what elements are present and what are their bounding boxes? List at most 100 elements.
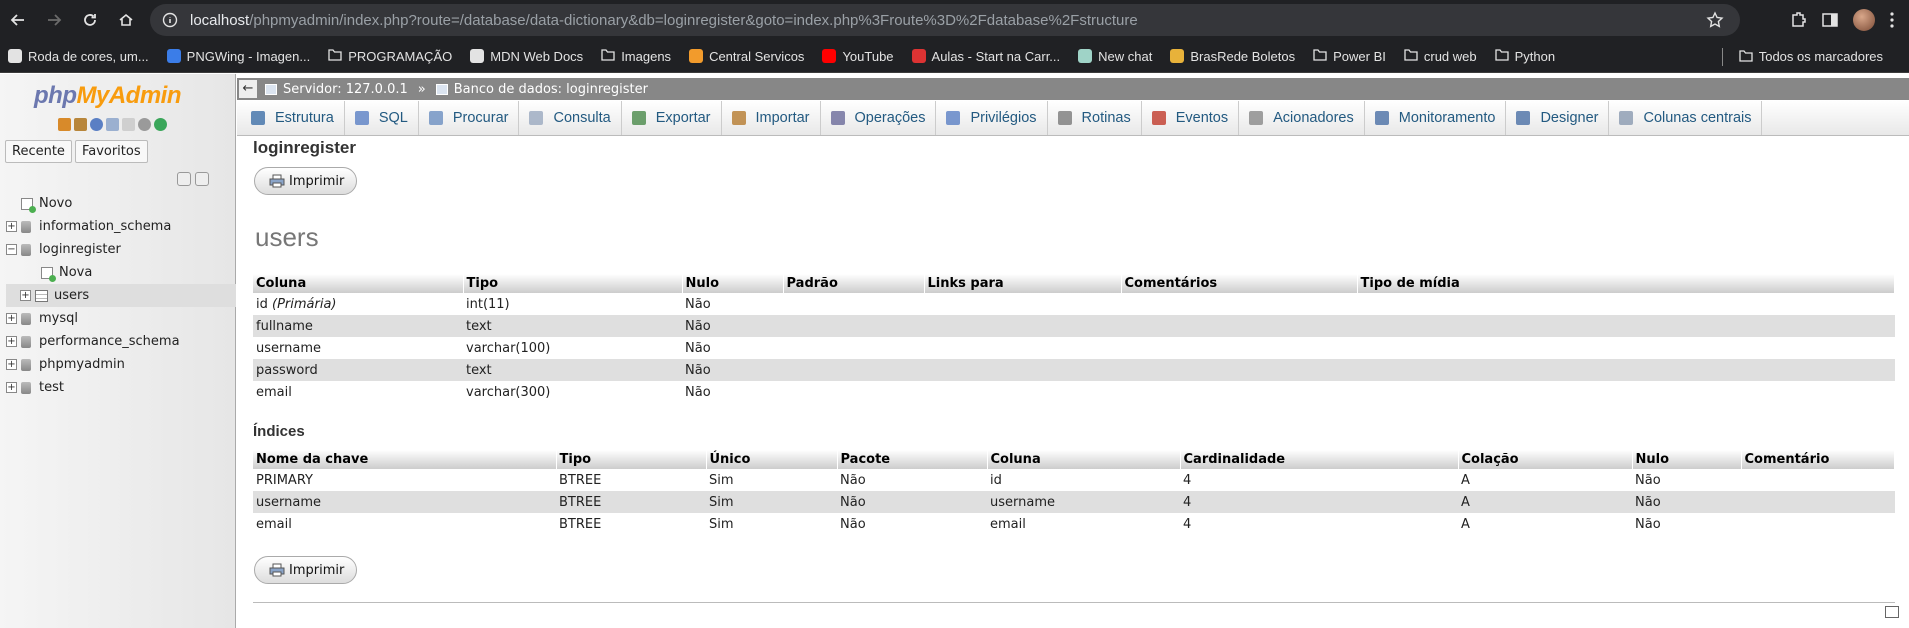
tab-sql[interactable]: SQL xyxy=(345,101,419,135)
bookmark-item[interactable]: Central Servicos xyxy=(689,49,804,64)
bookmark-item[interactable]: Power BI xyxy=(1313,49,1386,64)
side-panel-icon[interactable] xyxy=(1821,11,1839,29)
bookmark-label[interactable]: Aulas - Start na Carr... xyxy=(932,49,1061,64)
tab-label[interactable]: Procurar xyxy=(453,110,509,126)
db-label[interactable]: mysql xyxy=(39,311,78,326)
tab-structure[interactable]: Estrutura xyxy=(241,101,345,135)
index-header[interactable]: Nulo xyxy=(1632,450,1742,469)
index-header[interactable]: Cardinalidade xyxy=(1180,450,1459,469)
print-button-bottom[interactable]: Imprimir xyxy=(254,556,358,584)
collapse-nav-icon[interactable]: ← xyxy=(239,80,257,98)
tab-tracking[interactable]: Monitoramento xyxy=(1365,101,1507,135)
new-table-label[interactable]: Nova xyxy=(59,265,92,280)
exit-icon[interactable] xyxy=(74,118,87,131)
tab-label[interactable]: Importar xyxy=(756,110,810,126)
forward-button[interactable] xyxy=(36,0,72,40)
tab-label[interactable]: Exportar xyxy=(656,110,711,126)
tree-item-test[interactable]: + test xyxy=(6,376,236,399)
tab-designer[interactable]: Designer xyxy=(1506,101,1610,135)
all-bookmarks[interactable]: Todos os marcadores xyxy=(1739,49,1883,64)
index-header[interactable]: Único xyxy=(706,450,838,469)
db-label[interactable]: phpmyadmin xyxy=(39,357,125,372)
index-header[interactable]: Nome da chave xyxy=(253,450,557,469)
tree-item-users[interactable]: + users xyxy=(6,284,236,307)
tab-privileges[interactable]: Privilégios xyxy=(936,101,1048,135)
tab-label[interactable]: Rotinas xyxy=(1082,110,1131,126)
column-header[interactable]: Tipo de mídia xyxy=(1357,274,1895,293)
tab-events[interactable]: Eventos xyxy=(1142,101,1240,135)
index-header[interactable]: Pacote xyxy=(837,450,988,469)
tab-routines[interactable]: Rotinas xyxy=(1048,101,1142,135)
bookmark-item[interactable]: PNGWing - Imagen... xyxy=(166,49,310,64)
index-header[interactable]: Comentário xyxy=(1741,450,1895,469)
phpmyadmin-logo[interactable]: phpMyAdmin xyxy=(34,82,181,110)
expand-icon[interactable]: + xyxy=(6,221,17,232)
tab-export[interactable]: Exportar xyxy=(622,101,722,135)
bookmark-item[interactable]: Aulas - Start na Carr... xyxy=(911,49,1061,64)
tree-item-performance_schema[interactable]: + performance_schema xyxy=(6,330,236,353)
tree-item-loginregister[interactable]: − loginregister xyxy=(6,238,236,261)
breadcrumb-database[interactable]: Banco de dados: loginregister xyxy=(435,82,648,97)
tab-central-columns[interactable]: Colunas centrais xyxy=(1609,101,1763,135)
db-label[interactable]: performance_schema xyxy=(39,334,180,349)
column-header[interactable]: Tipo xyxy=(463,274,683,293)
bookmark-label[interactable]: MDN Web Docs xyxy=(490,49,583,64)
bookmark-label[interactable]: PROGRAMAÇÃO xyxy=(348,49,452,64)
tab-favorites[interactable]: Favoritos xyxy=(74,140,148,163)
docs-icon[interactable] xyxy=(106,118,119,131)
tab-label[interactable]: Monitoramento xyxy=(1399,110,1496,126)
menu-kebab-icon[interactable] xyxy=(1889,11,1895,29)
column-header[interactable]: Nulo xyxy=(682,274,784,293)
copy-icon[interactable] xyxy=(122,118,135,131)
reload-nav-icon[interactable] xyxy=(154,118,167,131)
column-header[interactable]: Coluna xyxy=(253,274,464,293)
bookmark-label[interactable]: New chat xyxy=(1098,49,1152,64)
column-header[interactable]: Comentários xyxy=(1121,274,1358,293)
index-header[interactable]: Colação xyxy=(1458,450,1633,469)
bookmark-item[interactable]: Imagens xyxy=(601,49,671,64)
home-button[interactable] xyxy=(108,0,144,40)
bookmark-item[interactable]: Roda de cores, um... xyxy=(8,49,149,64)
tab-label[interactable]: Estrutura xyxy=(275,110,334,126)
index-header[interactable]: Tipo xyxy=(556,450,707,469)
tab-label[interactable]: SQL xyxy=(379,110,408,126)
bookmark-item[interactable]: PROGRAMAÇÃO xyxy=(328,49,452,64)
expand-icon[interactable]: + xyxy=(6,359,17,370)
tab-label[interactable]: Acionadores xyxy=(1273,110,1354,126)
db-label[interactable]: loginregister xyxy=(39,242,121,257)
bookmark-label[interactable]: Power BI xyxy=(1333,49,1386,64)
tab-label[interactable]: Eventos xyxy=(1176,110,1228,126)
tree-new-label[interactable]: Novo xyxy=(39,196,72,211)
bookmark-label[interactable]: Roda de cores, um... xyxy=(28,49,149,64)
bookmark-label[interactable]: Central Servicos xyxy=(709,49,804,64)
tab-search[interactable]: Procurar xyxy=(419,101,520,135)
tab-label[interactable]: Designer xyxy=(1540,110,1598,126)
bookmark-item[interactable]: YouTube xyxy=(822,49,894,64)
back-button[interactable] xyxy=(0,0,36,40)
extensions-icon[interactable] xyxy=(1789,11,1807,29)
column-header[interactable]: Padrão xyxy=(783,274,925,293)
collapse-icon[interactable]: − xyxy=(6,244,17,255)
tab-operations[interactable]: Operações xyxy=(821,101,937,135)
tab-import[interactable]: Importar xyxy=(722,101,821,135)
table-label[interactable]: users xyxy=(54,288,89,303)
address-bar[interactable]: localhost/phpmyadmin/index.php?route=/da… xyxy=(150,4,1740,36)
site-info-icon[interactable] xyxy=(162,12,178,28)
settings-gear-icon[interactable] xyxy=(138,118,151,131)
db-label[interactable]: information_schema xyxy=(39,219,171,234)
tree-item-mysql[interactable]: + mysql xyxy=(6,307,236,330)
url-text[interactable]: localhost/phpmyadmin/index.php?route=/da… xyxy=(190,12,1138,29)
bookmark-star-icon[interactable] xyxy=(1706,11,1724,29)
all-bookmarks-label[interactable]: Todos os marcadores xyxy=(1759,49,1883,64)
bookmark-label[interactable]: YouTube xyxy=(842,49,893,64)
help-icon[interactable] xyxy=(90,118,103,131)
tab-label[interactable]: Consulta xyxy=(553,110,610,126)
bookmark-label[interactable]: BrasRede Boletos xyxy=(1190,49,1295,64)
tree-item-new[interactable]: Novo xyxy=(6,192,236,215)
tab-label[interactable]: Colunas centrais xyxy=(1643,110,1751,126)
bookmark-item[interactable]: MDN Web Docs xyxy=(470,49,583,64)
bookmark-label[interactable]: crud web xyxy=(1424,49,1477,64)
column-header[interactable]: Links para xyxy=(924,274,1122,293)
breadcrumb-server[interactable]: Servidor: 127.0.0.1 xyxy=(265,82,408,97)
bookmark-label[interactable]: Python xyxy=(1515,49,1555,64)
